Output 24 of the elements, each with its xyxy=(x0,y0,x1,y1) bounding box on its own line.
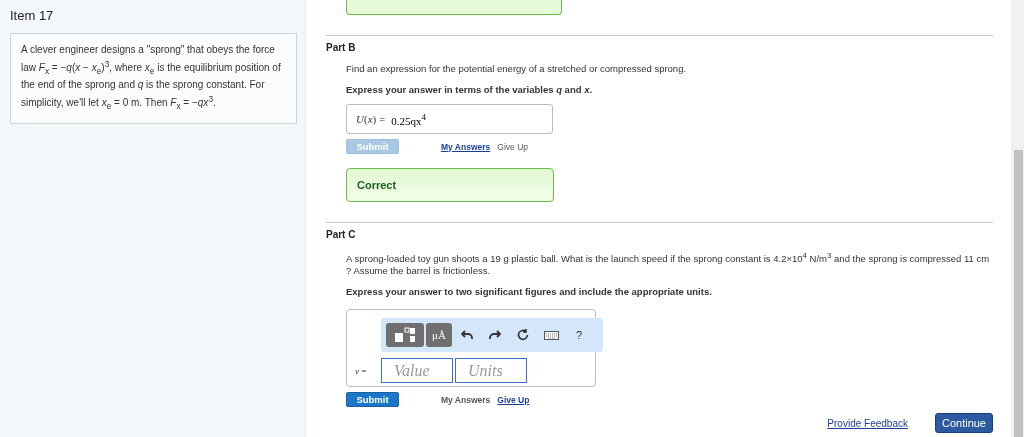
question-text: Find an expression for the potential energy of a stretched or compressed sprong. xyxy=(346,63,688,75)
question-text: A sprong-loaded toy gun shoots a 19 g plastic ball. What is the launch speed if the sprong constant is 4.2×10$^{4}$ N/m$^{3}$ and the sprong is compressed 11 cm ? Assume the barrel is frictionless. xyxy=(346,250,991,278)
part-title: Part B xyxy=(326,42,357,53)
give-up-link[interactable]: Give Up xyxy=(497,141,528,152)
part-title: Part C xyxy=(326,229,357,240)
units-field[interactable]: Units xyxy=(455,358,527,384)
feedback-link[interactable]: Provide Feedback xyxy=(827,417,908,429)
scrollbar[interactable] xyxy=(1011,0,1024,437)
correct-feedback: Correct xyxy=(346,168,554,202)
give-up-link[interactable]: Give Up xyxy=(497,394,530,405)
my-answers-link[interactable]: My Answers xyxy=(441,141,491,152)
templates-icon[interactable] xyxy=(386,323,424,348)
continue-button[interactable]: Continue xyxy=(934,413,993,433)
submit-button[interactable]: Submit xyxy=(346,392,399,408)
units-button[interactable]: μÅ xyxy=(426,323,452,348)
help-button[interactable]: ? xyxy=(566,323,592,348)
answer-box: U(x) = 0.25qx$^{4}$ xyxy=(346,104,553,134)
item-title: Item 17 xyxy=(10,8,55,23)
problem-text: A clever engineer designs a "sprong" that obeys the force law F$_{x}$ = −q(x − x$_{e}$)$^{3}$, where x$_{e}$ is the equilibrium position of the end of the sprong and q is the sprong constant. For simplicity, we'll let x$_{e}$ = 0 m. Then F$_{x}$ = −qx$^{3}$. xyxy=(10,33,297,124)
instruction-text: Express your answer to two significant figures and include the appropriate units. xyxy=(346,286,713,298)
my-answers-link[interactable]: My Answers xyxy=(441,394,491,405)
answer-label: v = xyxy=(355,365,368,376)
instruction-text: Express your answer in terms of the variables q and x. xyxy=(346,84,594,95)
value-field[interactable]: Value xyxy=(381,358,453,384)
